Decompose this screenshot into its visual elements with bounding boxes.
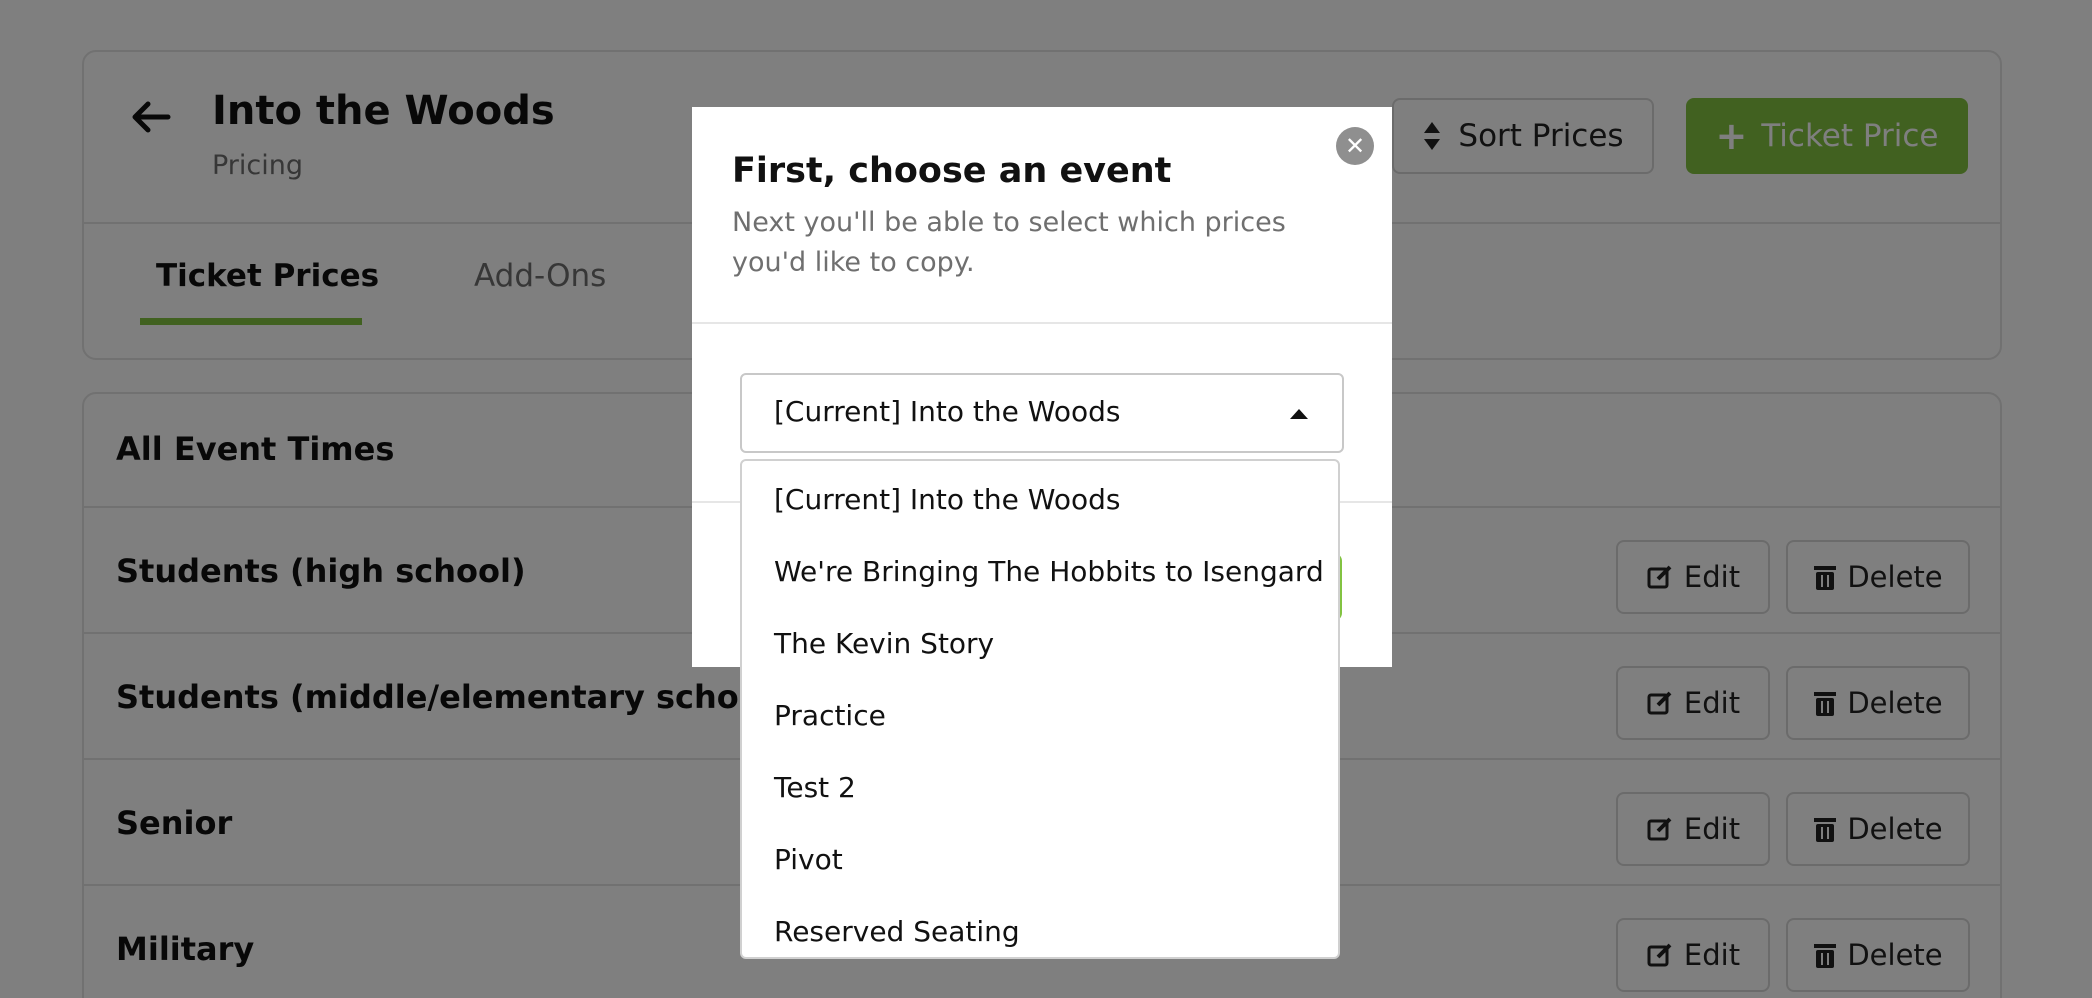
modal-divider <box>692 322 1392 324</box>
caret-up-icon <box>1290 409 1308 419</box>
modal-title: First, choose an event <box>732 151 1172 191</box>
event-option[interactable]: Pivot <box>742 823 1338 895</box>
event-option[interactable]: We're Bringing The Hobbits to Isengard <box>742 535 1338 607</box>
event-option[interactable]: [Current] Into the Woods <box>742 463 1338 535</box>
event-select[interactable]: [Current] Into the Woods <box>740 373 1344 453</box>
event-option[interactable]: Test 2 <box>742 751 1338 823</box>
event-select-dropdown: [Current] Into the Woods We're Bringing … <box>740 459 1340 959</box>
event-option[interactable]: The Kevin Story <box>742 607 1338 679</box>
event-select-value: [Current] Into the Woods <box>774 395 1121 428</box>
event-option[interactable]: Practice <box>742 679 1338 751</box>
event-option[interactable]: Reserved Seating <box>742 895 1338 957</box>
modal-description: Next you'll be able to select which pric… <box>732 207 1286 278</box>
close-icon[interactable]: ✕ <box>1336 127 1374 165</box>
